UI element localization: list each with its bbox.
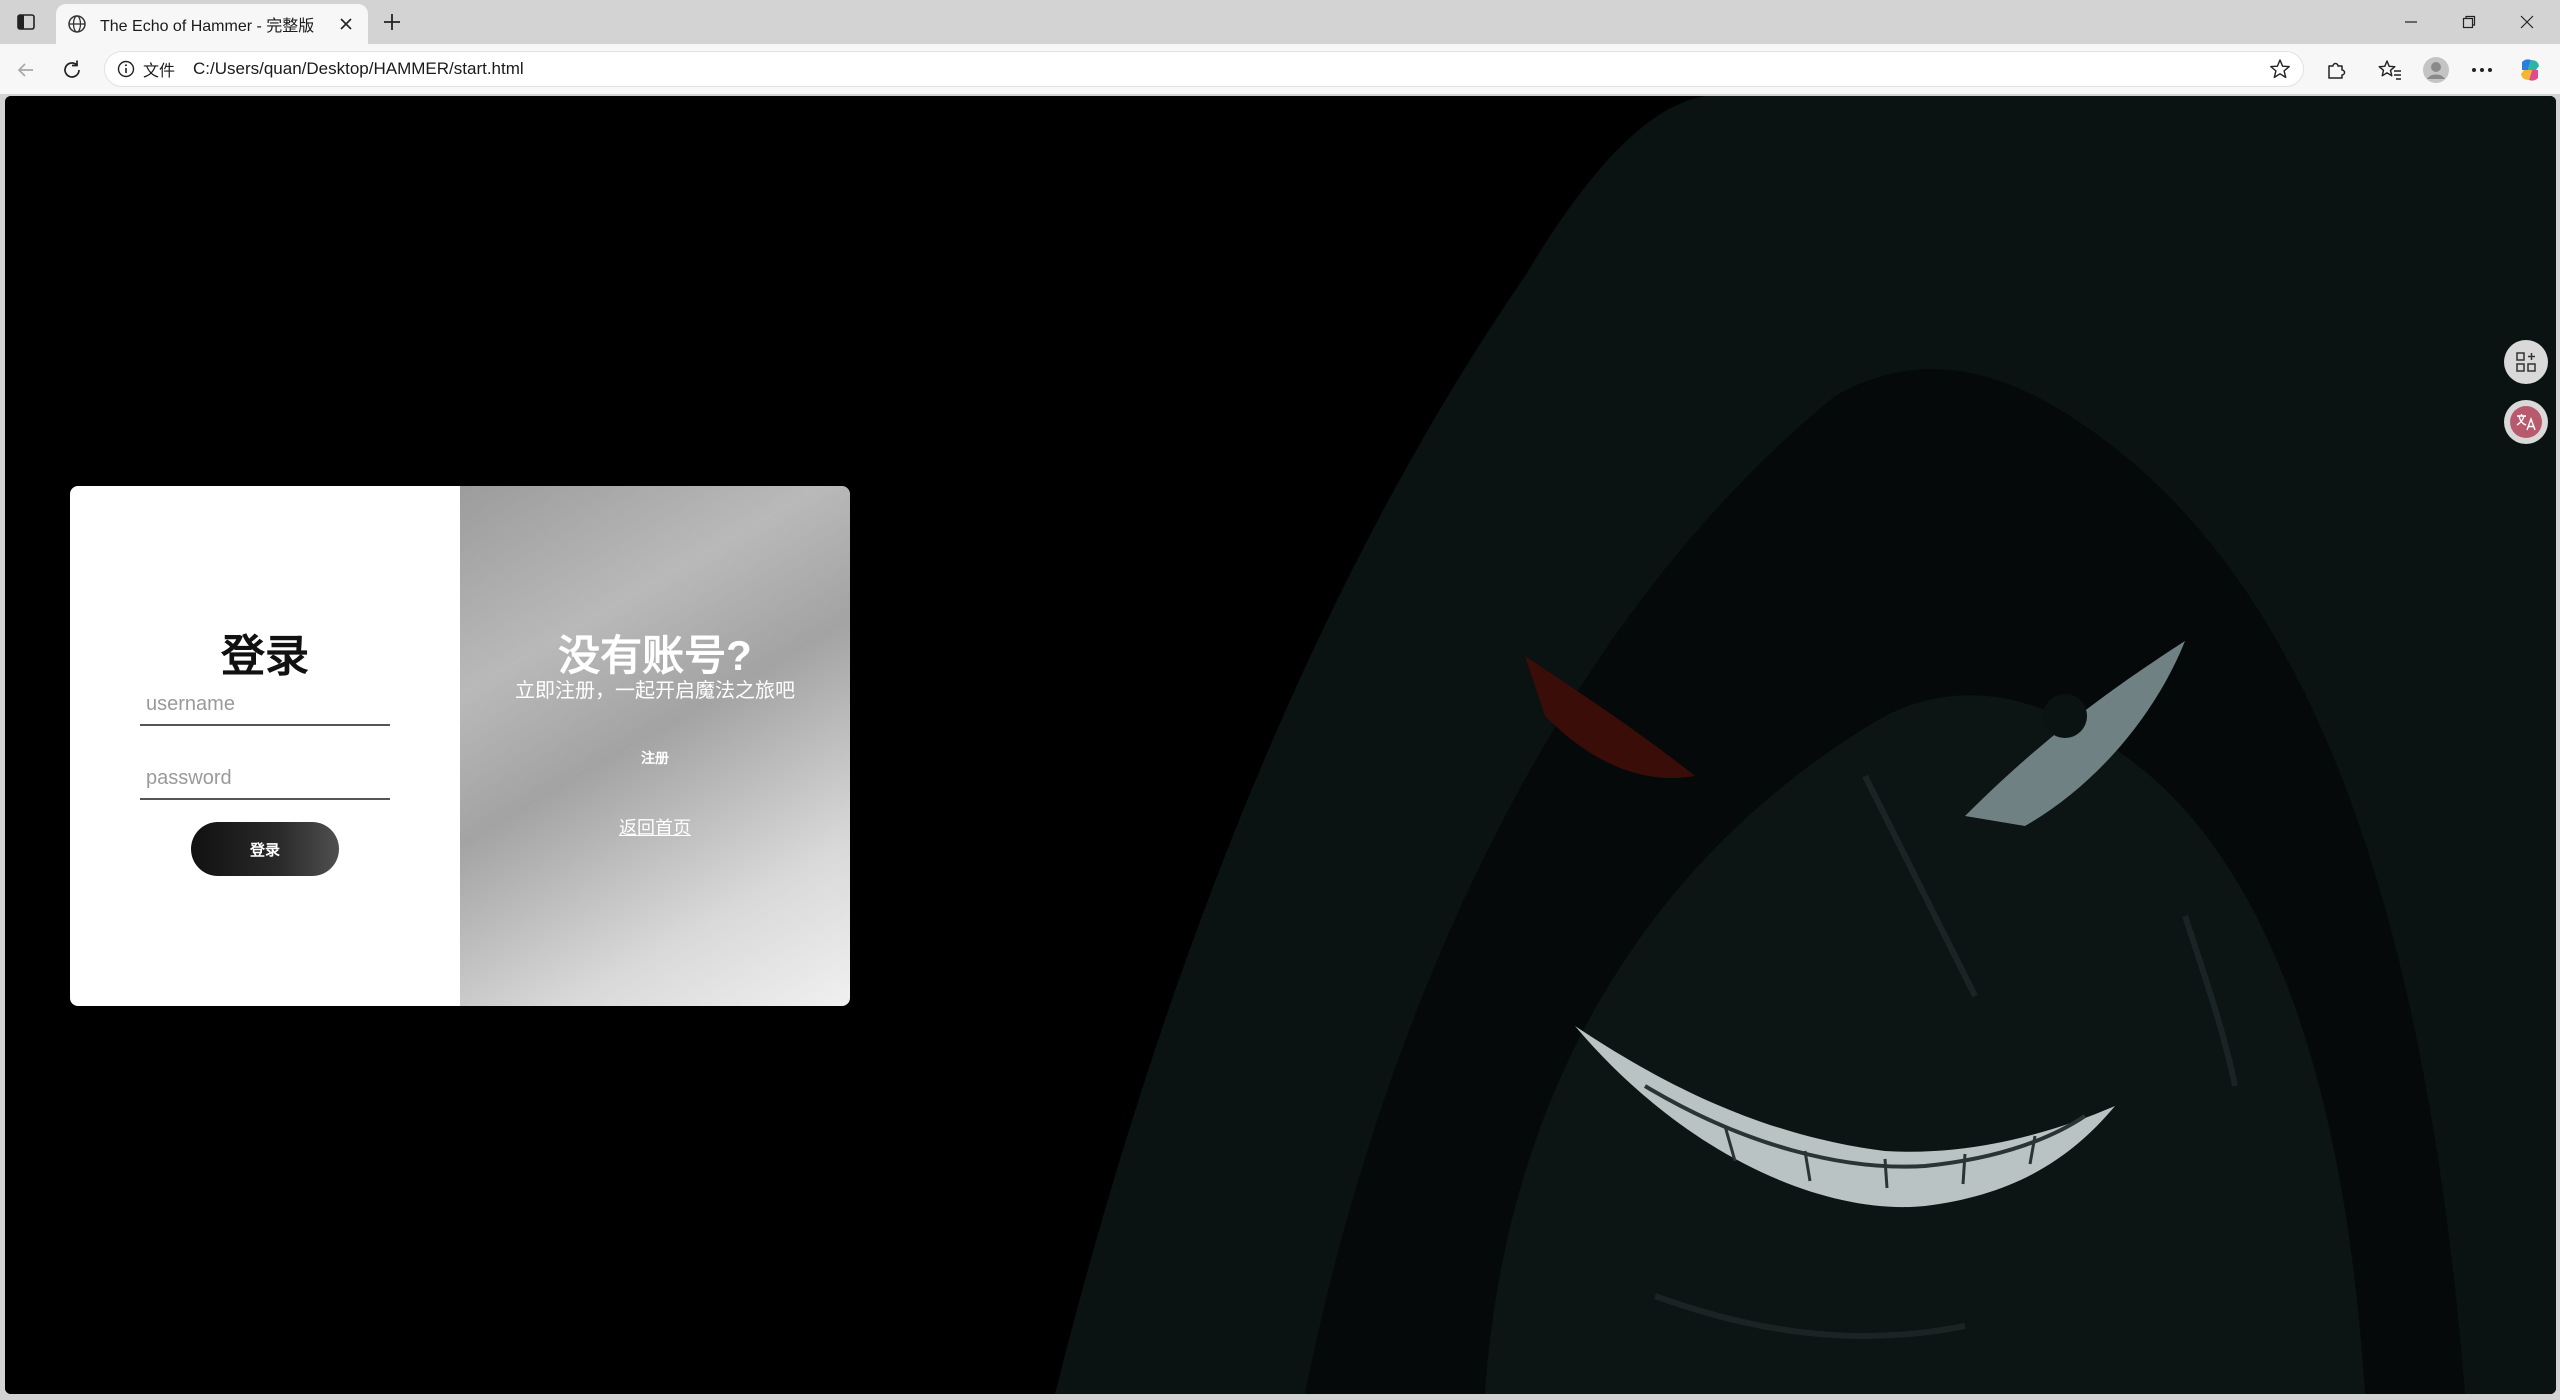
url-text[interactable]: C:/Users/quan/Desktop/HAMMER/start.html <box>193 59 2267 79</box>
favorites-button[interactable] <box>2374 54 2406 86</box>
login-panel: 登录 登录 <box>70 486 460 1006</box>
tab-strip: The Echo of Hammer - 完整版 <box>0 0 2560 44</box>
back-home-link[interactable]: 返回首页 <box>580 814 730 840</box>
restore-button[interactable] <box>2446 6 2492 38</box>
minimize-button[interactable] <box>2388 6 2434 38</box>
more-icon <box>2472 68 2492 72</box>
login-title: 登录 <box>221 632 309 681</box>
register-title: 没有账号? <box>558 632 752 679</box>
favorites-icon <box>2378 60 2401 80</box>
profile-icon <box>2423 57 2449 83</box>
apps-add-icon <box>2516 352 2536 372</box>
side-apps-button[interactable] <box>2504 340 2548 384</box>
copilot-button[interactable] <box>2514 54 2546 86</box>
scheme-label: 文件 <box>143 63 176 80</box>
browser-window: The Echo of Hammer - 完整版 文件 C:/Users/qua… <box>0 0 2560 1400</box>
more-button[interactable] <box>2466 54 2498 86</box>
address-bar[interactable]: 文件 C:/Users/quan/Desktop/HAMMER/start.ht… <box>104 51 2304 87</box>
favorite-button[interactable] <box>2267 56 2293 82</box>
copilot-icon <box>2521 59 2539 81</box>
login-card: 登录 登录 没有账号? 立即注册，一起开启魔法之旅吧 注册 返回首页 <box>70 486 850 1006</box>
tab-title: The Echo of Hammer - 完整版 <box>100 18 315 35</box>
tab-actions-button[interactable] <box>12 8 40 36</box>
close-icon <box>2520 15 2534 29</box>
info-icon[interactable] <box>115 58 137 80</box>
new-tab-button[interactable] <box>378 8 406 36</box>
minimize-icon <box>2405 21 2417 23</box>
page-viewport: 登录 登录 没有账号? 立即注册，一起开启魔法之旅吧 注册 返回首页 <box>5 96 2556 1394</box>
browser-toolbar: 文件 C:/Users/quan/Desktop/HAMMER/start.ht… <box>0 44 2560 94</box>
translate-icon <box>2510 406 2542 438</box>
plus-icon <box>384 14 400 30</box>
extensions-button[interactable] <box>2320 54 2352 86</box>
username-input[interactable] <box>140 684 390 726</box>
back-button[interactable] <box>10 54 42 86</box>
restore-icon <box>2462 15 2476 29</box>
password-input[interactable] <box>140 758 390 800</box>
active-tab[interactable]: The Echo of Hammer - 完整版 <box>56 4 368 44</box>
puzzle-icon <box>2328 62 2346 79</box>
globe-icon <box>66 13 88 35</box>
star-icon <box>2270 59 2290 79</box>
close-icon <box>340 18 352 30</box>
register-button[interactable]: 注册 <box>620 748 690 768</box>
side-translate-button[interactable] <box>2504 400 2548 444</box>
tab-close-button[interactable] <box>334 12 358 36</box>
tab-actions-icon <box>17 14 35 30</box>
register-subtitle: 立即注册，一起开启魔法之旅吧 <box>515 680 795 702</box>
window-close-button[interactable] <box>2504 6 2550 38</box>
refresh-button[interactable] <box>56 54 88 86</box>
register-panel: 没有账号? 立即注册，一起开启魔法之旅吧 注册 返回首页 <box>460 486 850 1006</box>
login-button[interactable]: 登录 <box>191 822 339 876</box>
refresh-icon <box>64 60 80 78</box>
profile-button[interactable] <box>2420 54 2452 86</box>
back-arrow-icon <box>17 63 33 77</box>
